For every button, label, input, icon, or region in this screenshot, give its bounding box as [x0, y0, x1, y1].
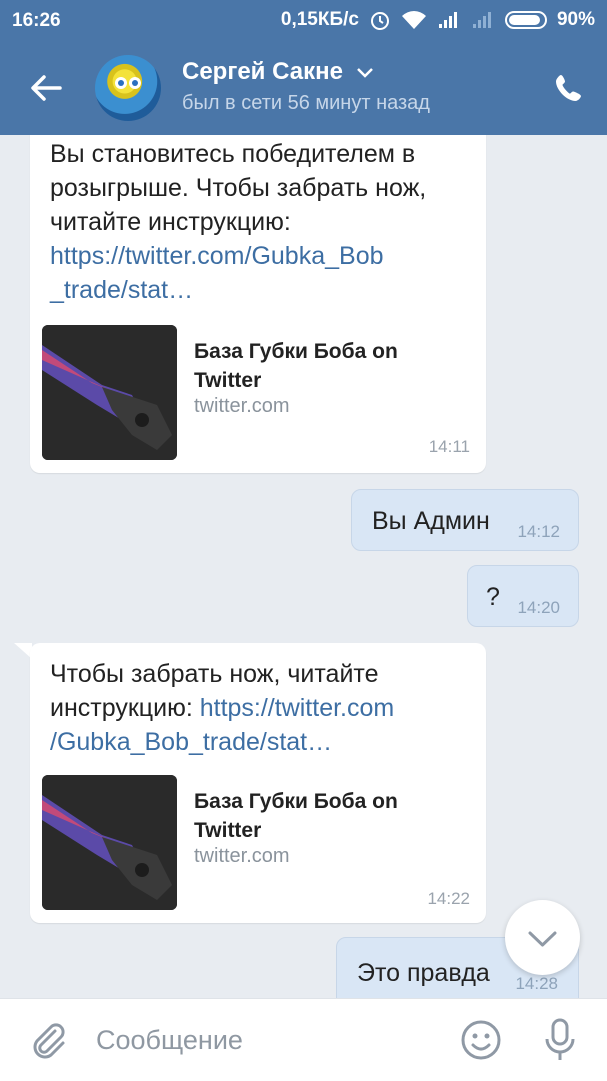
- message-text: ?: [486, 583, 500, 611]
- chevron-down-icon: [356, 67, 373, 78]
- message-time: 14:11: [428, 437, 470, 456]
- alarm-icon: [370, 12, 389, 30]
- link-preview[interactable]: База Губки Боба on Twitter twitter.com: [42, 325, 482, 461]
- contact-status: был в сети 56 минут назад: [182, 92, 430, 114]
- attach-icon[interactable]: [28, 1019, 68, 1059]
- microphone-icon[interactable]: [540, 1017, 580, 1063]
- phone-icon[interactable]: [553, 72, 585, 104]
- message-text: Вы Админ: [372, 507, 490, 535]
- link-preview-title: База Губки Боба on Twitter: [194, 340, 398, 392]
- message-link[interactable]: https://twitter.com: [200, 694, 395, 722]
- message-list[interactable]: Вы становитесь победителем в розыгрыше. …: [0, 135, 607, 998]
- link-preview-title: База Губки Боба on Twitter: [194, 790, 398, 842]
- incoming-message[interactable]: Вы становитесь победителем в розыгрыше. …: [30, 135, 486, 473]
- battery-percent: 90%: [556, 9, 595, 30]
- emoji-icon[interactable]: [460, 1019, 502, 1061]
- outgoing-message[interactable]: Вы Админ 14:12: [351, 489, 579, 551]
- incoming-message[interactable]: Чтобы забрать нож, читайте инструкцию: h…: [30, 643, 486, 923]
- contact-name-button[interactable]: Сергей Сакне: [182, 58, 374, 86]
- outgoing-message[interactable]: ? 14:20: [467, 565, 579, 627]
- message-input[interactable]: Сообщение: [96, 1025, 243, 1056]
- status-right: 0,15КБ/с 90%: [281, 9, 595, 31]
- message-composer: Сообщение: [0, 998, 607, 1081]
- scroll-down-button[interactable]: [505, 900, 580, 975]
- wifi-icon: [401, 11, 426, 29]
- back-arrow-icon[interactable]: [26, 68, 66, 108]
- chat-header: Сергей Сакне был в сети 56 минут назад: [0, 40, 607, 135]
- link-preview-image: [42, 775, 177, 910]
- status-time: 16:26: [12, 10, 61, 31]
- message-time: 14:12: [517, 522, 560, 541]
- message-time: 14:22: [427, 889, 470, 908]
- message-link[interactable]: /Gubka_Bob_trade/stat…: [50, 725, 480, 759]
- message-text: Это правда: [357, 959, 490, 987]
- contact-name: Сергей Сакне: [182, 58, 343, 85]
- battery-icon: [504, 11, 547, 29]
- message-time: 14:28: [515, 974, 558, 993]
- chevron-down-icon: [528, 931, 557, 947]
- message-text: Чтобы забрать нож, читайте инструкцию: h…: [50, 657, 480, 759]
- link-preview-domain: twitter.com: [194, 395, 290, 417]
- message-text: Вы становитесь победителем в розыгрыше. …: [50, 140, 427, 236]
- link-preview-domain: twitter.com: [194, 845, 290, 867]
- signal-off-icon: [472, 12, 491, 28]
- avatar[interactable]: [95, 55, 161, 121]
- status-bar: 16:26 0,15КБ/с 90%: [0, 0, 607, 40]
- message-time: 14:20: [517, 598, 560, 617]
- message-link[interactable]: https://twitter.com/Gubka_Bob _trade/sta…: [50, 239, 470, 307]
- link-preview[interactable]: База Губки Боба on Twitter twitter.com: [42, 775, 482, 911]
- signal-icon: [438, 12, 457, 28]
- network-speed: 0,15КБ/с: [280, 9, 359, 30]
- link-preview-image: [42, 325, 177, 460]
